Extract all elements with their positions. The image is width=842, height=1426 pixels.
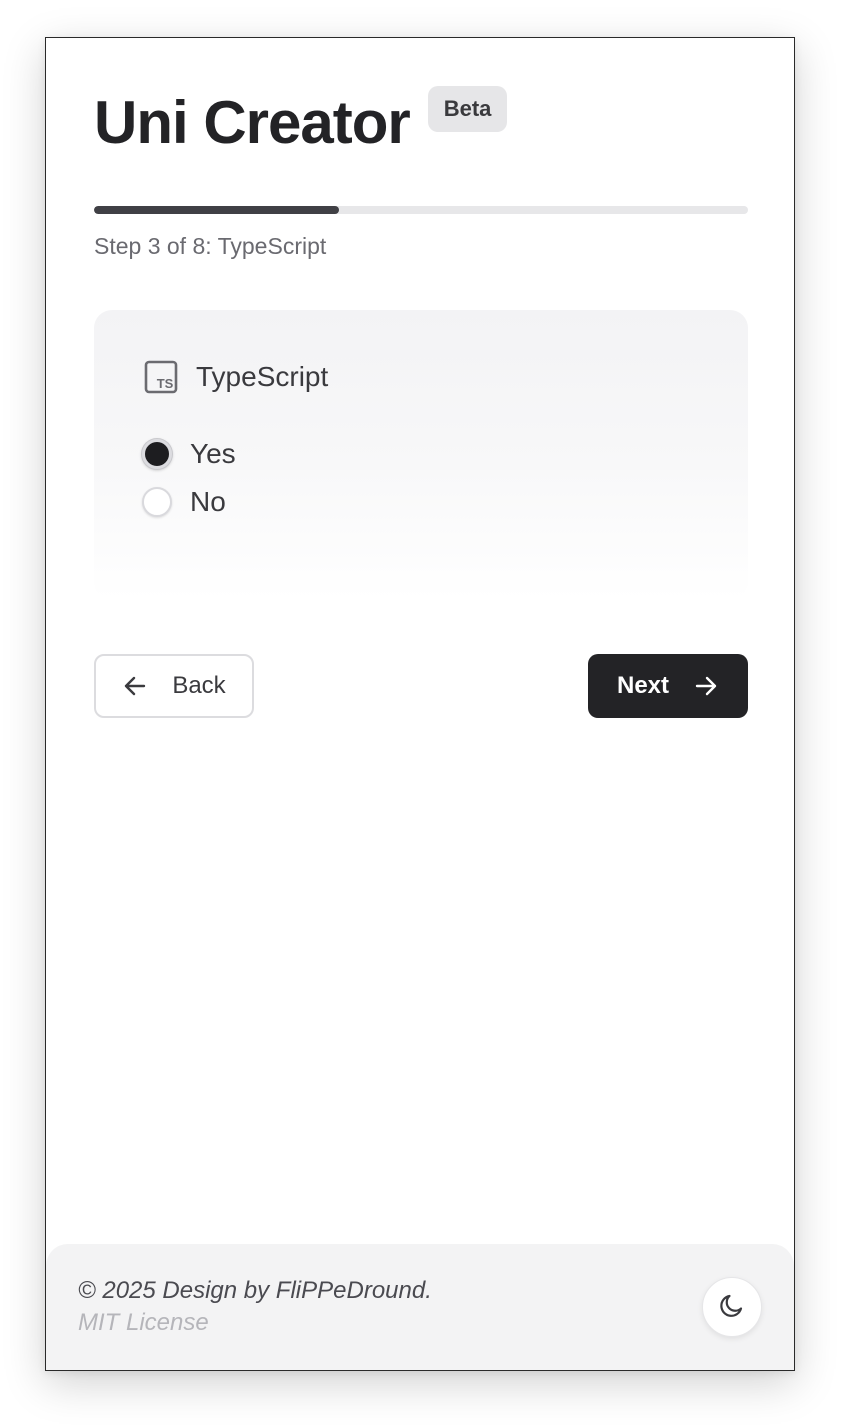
- arrow-left-icon: [122, 673, 148, 699]
- question-card: TS TypeScript Yes No: [94, 310, 748, 600]
- option-yes-label: Yes: [190, 438, 236, 469]
- typescript-icon: TS: [144, 360, 178, 394]
- option-no[interactable]: No: [142, 478, 236, 526]
- footer-copyright: © 2025 Design by FliPPeDround.: [78, 1277, 432, 1304]
- question-header: TS TypeScript: [144, 360, 328, 394]
- option-yes[interactable]: Yes: [142, 430, 236, 478]
- next-button[interactable]: Next: [588, 654, 748, 718]
- footer: © 2025 Design by FliPPeDround. MIT Licen…: [46, 1244, 794, 1370]
- progress-bar: [94, 206, 748, 214]
- theme-toggle-button[interactable]: [702, 1277, 762, 1337]
- step-indicator: Step 3 of 8: TypeScript: [94, 233, 327, 259]
- moon-icon: [717, 1290, 747, 1325]
- beta-badge: Beta: [427, 86, 508, 132]
- footer-license-link[interactable]: MIT License: [78, 1308, 209, 1338]
- radio-no[interactable]: [142, 487, 172, 517]
- option-no-label: No: [190, 486, 226, 517]
- header: Uni Creator Beta: [94, 86, 508, 158]
- progress-bar-fill: [94, 206, 340, 214]
- back-button-label: Back: [172, 672, 226, 699]
- app-window: Uni Creator Beta Step 3 of 8: TypeScript…: [45, 37, 795, 1371]
- back-button[interactable]: Back: [94, 654, 254, 718]
- radio-group: Yes No: [142, 430, 236, 526]
- next-button-label: Next: [616, 672, 670, 699]
- question-title: TypeScript: [196, 361, 329, 392]
- radio-yes[interactable]: [142, 439, 172, 469]
- app-title: Uni Creator: [94, 89, 411, 156]
- arrow-right-icon: [693, 673, 719, 699]
- typescript-icon-text: TS: [157, 376, 174, 391]
